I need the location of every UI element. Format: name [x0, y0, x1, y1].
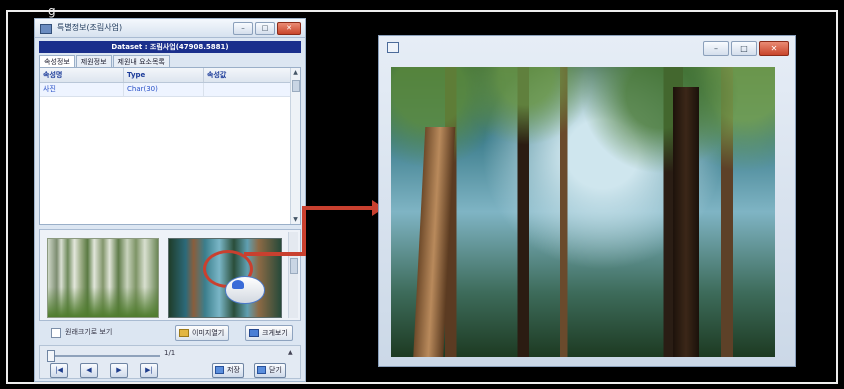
grid-header: 속성명 Type 속성값 [40, 68, 300, 83]
minimize-icon[interactable]: – [233, 22, 253, 35]
next-icon[interactable]: ▶ [110, 363, 128, 378]
last-icon[interactable]: ▶| [140, 363, 158, 378]
cell-name: 사진 [40, 83, 124, 96]
slider-up-icon[interactable]: ▲ [288, 349, 293, 356]
mouse-icon [225, 276, 265, 304]
original-size-checkbox[interactable] [51, 328, 61, 338]
cell-type: Char(30) [124, 83, 204, 96]
page-slider-track[interactable] [50, 355, 160, 357]
birch-forest-thumbnail[interactable] [47, 238, 159, 318]
maximize-icon[interactable]: □ [731, 41, 757, 56]
scroll-thumb[interactable] [292, 80, 300, 92]
zoom-button[interactable]: 크게보기 [245, 325, 293, 341]
page-indicator: 1/1 [164, 349, 176, 357]
top-caption: g [48, 4, 56, 18]
page-slider-knob[interactable] [47, 350, 55, 362]
dialog-titlebar[interactable]: 특별정보(조림사업) – □ ✕ [35, 19, 305, 38]
close-dialog-icon [257, 366, 266, 374]
save-button[interactable]: 저장 [212, 363, 244, 378]
close-icon[interactable]: ✕ [759, 41, 789, 56]
first-icon[interactable]: |◀ [50, 363, 68, 378]
open-image-label: 이미지열기 [192, 329, 225, 337]
table-row[interactable]: 사진 Char(30) [40, 83, 300, 97]
dataset-label: Dataset : 조림사업(47908.5881) [39, 41, 301, 53]
folder-icon [179, 329, 189, 337]
arrow-icon [244, 200, 384, 256]
column-header-value[interactable]: 속성값 [204, 68, 292, 82]
column-header-type[interactable]: Type [124, 68, 204, 82]
prev-icon[interactable]: ◀ [80, 363, 98, 378]
close-button[interactable]: 닫기 [254, 363, 286, 378]
tree-trunk-right [673, 87, 699, 357]
window-icon [40, 24, 52, 34]
image-window-controls: – □ ✕ [703, 41, 789, 56]
enlarged-image-window: – □ ✕ [378, 35, 796, 367]
image-window-titlebar[interactable]: – □ ✕ [379, 36, 795, 58]
image-options-row: 원래크기로 보기 이미지열기 크게보기 [45, 324, 303, 342]
cell-value[interactable] [204, 83, 292, 96]
zoom-label: 크게보기 [262, 329, 288, 337]
navigation-bar: 1/1 ▲ |◀ ◀ ▶ ▶| 저장 닫기 [39, 345, 301, 379]
close-label: 닫기 [269, 366, 282, 374]
save-icon [215, 366, 224, 374]
window-icon [387, 42, 399, 53]
original-size-label: 원래크기로 보기 [65, 328, 113, 336]
open-image-button[interactable]: 이미지열기 [175, 325, 230, 341]
scroll-up-icon[interactable]: ▲ [291, 68, 300, 77]
column-header-name[interactable]: 속성명 [40, 68, 124, 82]
maximize-icon[interactable]: □ [255, 22, 275, 35]
dialog-window-controls: – □ ✕ [233, 22, 301, 35]
minimize-icon[interactable]: – [703, 41, 729, 56]
dialog-title: 특별정보(조림사업) [57, 23, 123, 32]
forest-photo [391, 67, 775, 357]
close-icon[interactable]: ✕ [277, 22, 301, 35]
save-label: 저장 [227, 366, 240, 374]
zoom-icon [249, 329, 259, 337]
